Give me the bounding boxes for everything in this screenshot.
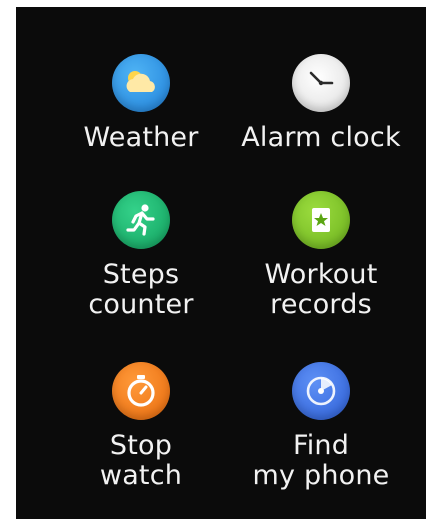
app-stop-watch-label: Stop watch [99,430,183,491]
app-weather[interactable]: Weather [46,54,236,153]
records-icon [292,191,350,249]
app-workout-records[interactable]: Workout records [226,191,416,320]
app-alarm-clock-label: Alarm clock [241,122,401,153]
watch-app-menu: Weather Alarm clock Steps counter Workou… [16,7,426,519]
runner-icon [112,191,170,249]
app-steps-counter-label: Steps counter [88,259,194,320]
stopwatch-icon [112,362,170,420]
app-workout-records-label: Workout records [264,259,378,320]
app-find-my-phone[interactable]: Find my phone [226,362,416,491]
app-alarm-clock[interactable]: Alarm clock [226,54,416,153]
clock-icon [292,54,350,112]
app-weather-label: Weather [83,122,199,153]
app-stop-watch[interactable]: Stop watch [46,362,236,491]
find-phone-icon [292,362,350,420]
weather-icon [112,54,170,112]
app-steps-counter[interactable]: Steps counter [46,191,236,320]
app-find-my-phone-label: Find my phone [252,430,390,491]
